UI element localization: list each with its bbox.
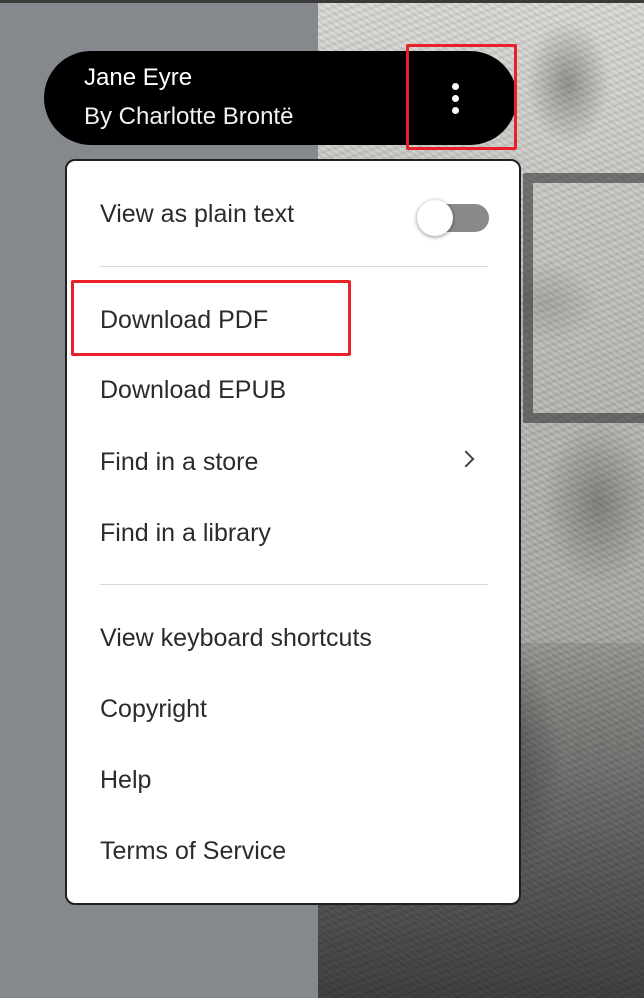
more-button-highlight xyxy=(406,44,517,150)
cover-window-frame xyxy=(523,173,644,423)
view-plain-text-label: View as plain text xyxy=(100,200,295,228)
download-epub-item[interactable]: Download EPUB xyxy=(100,376,286,405)
find-in-store-item[interactable]: Find in a store xyxy=(100,448,258,477)
menu-divider xyxy=(100,266,488,267)
copyright-item[interactable]: Copyright xyxy=(100,695,207,724)
book-author: By Charlotte Brontë xyxy=(84,103,294,130)
chevron-right-icon xyxy=(457,450,475,468)
toggle-knob xyxy=(417,200,453,236)
find-in-library-item[interactable]: Find in a library xyxy=(100,519,271,548)
options-menu: View as plain text Download PDF Download… xyxy=(65,159,521,905)
keyboard-shortcuts-item[interactable]: View keyboard shortcuts xyxy=(100,624,372,653)
plain-text-toggle[interactable] xyxy=(417,200,489,236)
download-pdf-highlight xyxy=(71,280,351,356)
terms-of-service-item[interactable]: Terms of Service xyxy=(100,837,286,866)
book-title: Jane Eyre xyxy=(84,64,193,91)
help-item[interactable]: Help xyxy=(100,766,151,795)
menu-divider xyxy=(100,584,488,585)
